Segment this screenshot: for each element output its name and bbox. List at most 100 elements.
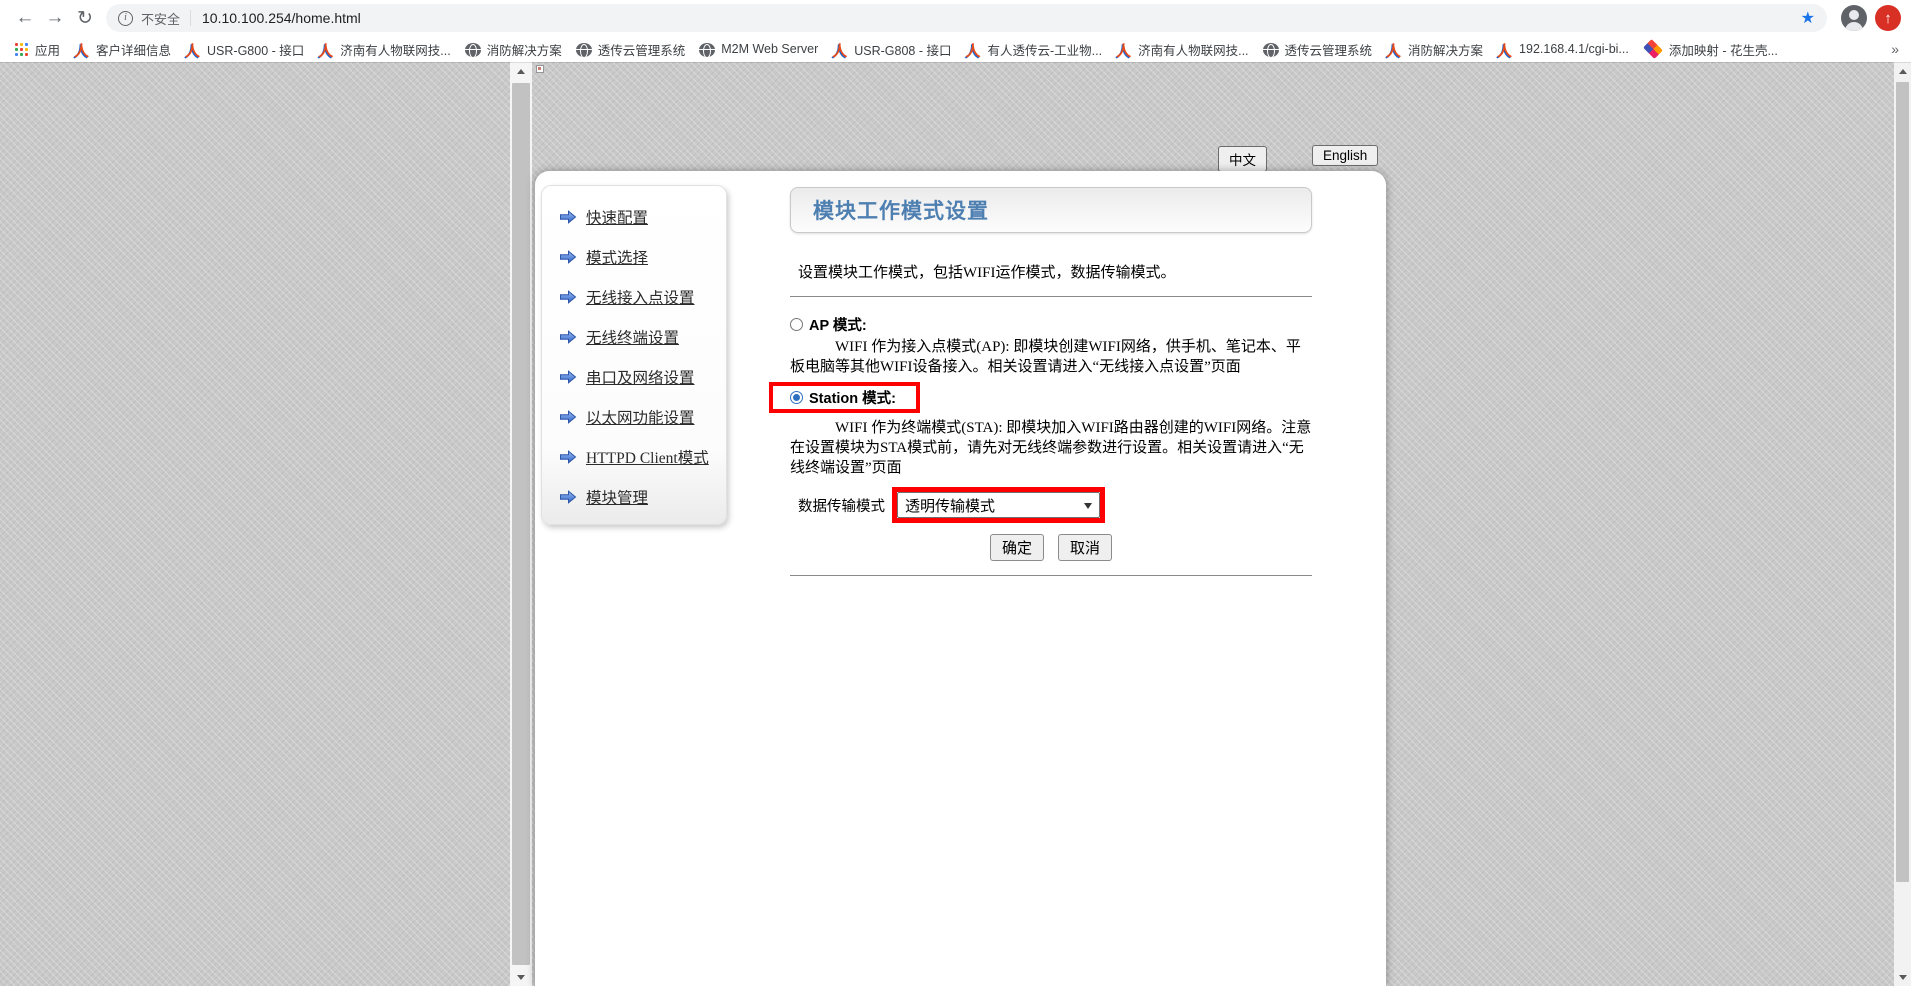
bookmark-item[interactable]: USR-G808 - 接口 (825, 38, 958, 61)
scrollbar-thumb[interactable] (1896, 82, 1909, 882)
bookmark-item[interactable]: 消防解决方案 (1379, 38, 1490, 61)
select-highlight-box: 透明传输模式 (892, 487, 1105, 523)
bookmark-label: 济南有人物联网技... (1138, 40, 1248, 59)
bookmark-favicon (576, 43, 592, 57)
blue-arrow-icon (559, 330, 577, 344)
bookmark-item[interactable]: M2M Web Server (692, 40, 825, 59)
sidebar-link[interactable]: 快速配置 (586, 206, 648, 228)
blue-arrow-icon (559, 290, 577, 304)
omnibox-divider (190, 10, 191, 26)
bookmark-label: 应用 (35, 40, 60, 59)
sidebar-menu-item[interactable]: 模式选择 (542, 237, 726, 277)
bookmark-item[interactable]: 济南有人物联网技... (311, 38, 457, 61)
triangle-up-icon (1899, 69, 1907, 74)
security-chip[interactable]: 不安全 (141, 9, 180, 28)
sidebar-link[interactable]: 串口及网络设置 (586, 366, 695, 388)
bookmark-favicon (1263, 43, 1279, 57)
bookmark-item[interactable]: 济南有人物联网技... (1109, 38, 1255, 61)
station-mode-row: Station 模式: (790, 387, 896, 407)
triangle-down-icon (517, 975, 525, 980)
page-title: 模块工作模式设置 (813, 195, 989, 225)
bookmark-item[interactable]: 消防解决方案 (458, 38, 569, 61)
sidebar-menu-item[interactable]: 以太网功能设置 (542, 397, 726, 437)
window-scrollbar[interactable] (1894, 62, 1911, 986)
url-text[interactable]: 10.10.100.254/home.html (202, 10, 1801, 26)
back-icon[interactable]: ← (10, 3, 40, 33)
browser-toolbar: ← → ↻ i 不安全 10.10.100.254/home.html ★ ↑ (0, 0, 1911, 36)
bookmark-favicon (832, 41, 848, 57)
bookmark-favicon (13, 41, 29, 57)
bookmark-item[interactable]: 应用 (6, 38, 67, 61)
sidebar-link[interactable]: HTTPD Client模式 (586, 446, 709, 468)
scroll-down-button[interactable] (1894, 968, 1911, 986)
bookmark-label: 消防解决方案 (1408, 40, 1483, 59)
bookmark-favicon (1386, 41, 1402, 57)
divider-bottom (790, 575, 1312, 576)
language-chinese-button[interactable]: 中文 (1218, 146, 1267, 172)
blue-arrow-icon (559, 370, 577, 384)
sidebar-menu-item[interactable]: HTTPD Client模式 (542, 437, 726, 477)
sidebar-link[interactable]: 模块管理 (586, 486, 648, 508)
station-mode-label: Station 模式: (809, 387, 896, 408)
address-bar[interactable]: i 不安全 10.10.100.254/home.html ★ (106, 4, 1827, 32)
bookmark-favicon (966, 41, 982, 57)
triangle-up-icon (517, 69, 525, 74)
scrollbar-thumb[interactable] (512, 83, 530, 965)
ap-mode-description: WIFI 作为接入点模式(AP): 即模块创建WIFI网络，供手机、笔记本、平板… (790, 337, 1312, 377)
sidebar-menu-item[interactable]: 快速配置 (542, 197, 726, 237)
bookmarks-overflow-icon[interactable]: » (1885, 41, 1905, 57)
sidebar-menu-item[interactable]: 模块管理 (542, 477, 726, 517)
sidebar-link[interactable]: 无线终端设置 (586, 326, 679, 348)
ok-button[interactable]: 确定 (990, 534, 1044, 561)
page-viewport: 中文 English 快速配置 (0, 62, 1911, 986)
bookmark-favicon (1116, 41, 1132, 57)
bookmark-label: 客户详细信息 (96, 40, 171, 59)
station-mode-radio[interactable] (790, 391, 803, 404)
blue-arrow-icon (559, 450, 577, 464)
bookmark-label: 添加映射 - 花生壳... (1669, 40, 1778, 59)
profile-avatar[interactable] (1841, 5, 1867, 31)
sidebar-link[interactable]: 无线接入点设置 (586, 286, 695, 308)
main-content: 模块工作模式设置 设置模块工作模式，包括WIFI运作模式，数据传输模式。 AP … (790, 187, 1312, 576)
bookmark-label: 透传云管理系统 (598, 40, 686, 59)
sidebar-menu-item[interactable]: 无线接入点设置 (542, 277, 726, 317)
sidebar-link[interactable]: 模式选择 (586, 246, 648, 268)
language-english-button[interactable]: English (1312, 145, 1378, 166)
bookmark-favicon (318, 41, 334, 57)
scroll-down-button[interactable] (510, 968, 532, 986)
sidebar-menu-item[interactable]: 串口及网络设置 (542, 357, 726, 397)
bookmark-item[interactable]: 有人透传云-工业物... (959, 38, 1110, 61)
station-mode-description: WIFI 作为终端模式(STA): 即模块加入WIFI路由器创建的WIFI网络。… (790, 418, 1312, 478)
bookmark-item[interactable]: 客户详细信息 (67, 38, 178, 61)
left-frame-scrollbar[interactable] (510, 62, 532, 986)
bookmark-item[interactable]: 添加映射 - 花生壳... (1636, 38, 1785, 61)
bookmark-label: 有人透传云-工业物... (988, 40, 1103, 59)
bookmark-item[interactable]: 透传云管理系统 (569, 38, 693, 61)
forward-icon[interactable]: → (40, 3, 70, 33)
site-info-icon[interactable]: i (118, 11, 133, 26)
sidebar-menu: 快速配置 模式选择 (541, 185, 727, 525)
bookmark-favicon (1643, 39, 1663, 59)
bookmark-star-icon[interactable]: ★ (1801, 8, 1815, 28)
ap-mode-radio[interactable] (790, 318, 803, 331)
bookmark-favicon (185, 41, 201, 57)
station-highlight-box: Station 模式: (769, 382, 920, 413)
sidebar-menu-item[interactable]: 无线终端设置 (542, 317, 726, 357)
scroll-up-button[interactable] (1894, 62, 1911, 80)
data-transfer-label: 数据传输模式 (798, 495, 885, 516)
data-transfer-select[interactable]: 透明传输模式 (897, 492, 1100, 518)
sidebar-link[interactable]: 以太网功能设置 (586, 406, 695, 428)
cancel-button[interactable]: 取消 (1058, 534, 1112, 561)
bookmark-label: USR-G800 - 接口 (207, 40, 304, 59)
bookmark-item[interactable]: 透传云管理系统 (1256, 38, 1380, 61)
bookmark-label: 济南有人物联网技... (340, 40, 450, 59)
bookmark-item[interactable]: USR-G800 - 接口 (178, 38, 311, 61)
broken-image-icon (536, 65, 544, 73)
reload-icon[interactable]: ↻ (70, 3, 100, 33)
scroll-up-button[interactable] (510, 62, 532, 80)
ap-mode-label: AP 模式: (809, 314, 867, 335)
bookmark-label: 透传云管理系统 (1285, 40, 1373, 59)
chrome-update-icon[interactable]: ↑ (1875, 5, 1901, 31)
bookmark-favicon (1497, 41, 1513, 57)
bookmark-item[interactable]: 192.168.4.1/cgi-bi... (1490, 39, 1636, 59)
